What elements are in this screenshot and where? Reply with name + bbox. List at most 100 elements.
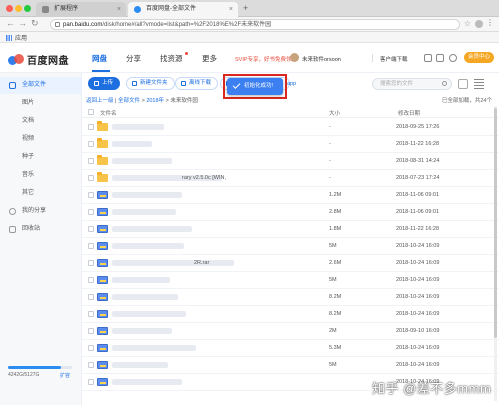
header-modified[interactable]: 修改日期 bbox=[398, 109, 420, 117]
table-row[interactable]: 5M 2018-10-24 16:09 bbox=[82, 238, 499, 255]
avatar[interactable] bbox=[290, 53, 299, 62]
tab-extensions[interactable]: 扩展程序 × bbox=[36, 2, 126, 17]
table-row[interactable]: 8.2M 2018-10-24 16:09 bbox=[82, 289, 499, 306]
back-arrow-icon[interactable]: ← bbox=[6, 18, 15, 28]
sidebar-item-torrents[interactable]: 种子 bbox=[0, 149, 82, 166]
file-name-redacted[interactable] bbox=[112, 192, 182, 198]
sidebar-item-other[interactable]: 其它 bbox=[0, 185, 82, 202]
nav-more[interactable]: 更多 bbox=[202, 53, 217, 64]
file-name-redacted[interactable] bbox=[112, 345, 196, 351]
table-row[interactable]: 2M 2018-09-10 16:09 bbox=[82, 323, 499, 340]
file-name-redacted[interactable] bbox=[112, 277, 170, 283]
table-row[interactable]: 2R.rar 2.6M 2018-10-24 16:09 bbox=[82, 255, 499, 272]
table-row[interactable]: - 2018-09-25 17:26 bbox=[82, 119, 499, 136]
file-name[interactable]: 2R.rar bbox=[194, 260, 209, 266]
file-name-redacted[interactable] bbox=[112, 124, 164, 130]
row-checkbox[interactable] bbox=[88, 328, 94, 334]
file-name-redacted[interactable] bbox=[112, 226, 192, 232]
more-menu-icon[interactable]: ⋮ bbox=[486, 18, 494, 27]
svip-promo-link[interactable]: SVIP专享，好书免费领 bbox=[235, 55, 292, 63]
table-row[interactable]: 8.2M 2018-10-24 16:09 bbox=[82, 306, 499, 323]
row-checkbox[interactable] bbox=[88, 209, 94, 215]
upload-button[interactable]: 上传 bbox=[88, 77, 121, 90]
file-name-redacted[interactable] bbox=[112, 260, 234, 266]
maximize-window-button[interactable] bbox=[24, 5, 31, 12]
nav-find-resources[interactable]: 找资源 bbox=[160, 53, 183, 64]
profile-avatar[interactable] bbox=[475, 20, 483, 28]
row-checkbox[interactable] bbox=[88, 175, 94, 181]
close-icon[interactable]: × bbox=[229, 2, 233, 17]
breadcrumb-2018[interactable]: 2018年 bbox=[146, 98, 164, 104]
header-size[interactable]: 大小 bbox=[329, 109, 340, 117]
file-name-redacted[interactable] bbox=[112, 209, 176, 215]
table-row[interactable]: - 2018-08-31 14:24 bbox=[82, 153, 499, 170]
mail-icon[interactable] bbox=[424, 54, 432, 62]
tab-baidu-pan[interactable]: 百度网盘-全部文件 × bbox=[128, 2, 238, 17]
sidebar-item-my-shares[interactable]: 我的分享 bbox=[0, 203, 82, 220]
client-download-link[interactable]: 客户端下载 bbox=[380, 55, 408, 63]
select-all-checkbox[interactable] bbox=[88, 109, 94, 115]
close-window-button[interactable] bbox=[6, 5, 13, 12]
breadcrumb-back[interactable]: 返回上一级 bbox=[86, 98, 114, 104]
sidebar-item-videos[interactable]: 视频 bbox=[0, 131, 82, 148]
row-checkbox[interactable] bbox=[88, 277, 94, 283]
row-checkbox[interactable] bbox=[88, 192, 94, 198]
table-row[interactable]: - 2018-11-22 16:28 bbox=[82, 136, 499, 153]
sidebar-item-music[interactable]: 音乐 bbox=[0, 167, 82, 184]
file-name-redacted[interactable] bbox=[112, 379, 182, 385]
minimize-window-button[interactable] bbox=[15, 5, 22, 12]
search-icon[interactable] bbox=[442, 81, 447, 86]
search-input[interactable]: 搜索您的文件 bbox=[372, 78, 452, 90]
new-folder-button[interactable]: 新建文件夹 bbox=[126, 77, 175, 90]
table-row[interactable]: 5M 2018-10-24 16:09 bbox=[82, 272, 499, 289]
row-checkbox[interactable] bbox=[88, 141, 94, 147]
url-input[interactable]: pan.baidu.com/disk/home#/all?vmode=list&… bbox=[50, 19, 460, 30]
breadcrumb-all-files[interactable]: 全部文件 bbox=[118, 98, 140, 104]
sidebar-item-all-files[interactable]: 全部文件 bbox=[0, 77, 82, 94]
file-name-redacted[interactable] bbox=[112, 243, 184, 249]
row-checkbox[interactable] bbox=[88, 124, 94, 130]
table-row[interactable]: 2.8M 2018-11-06 09:01 bbox=[82, 204, 499, 221]
row-checkbox[interactable] bbox=[88, 311, 94, 317]
row-checkbox[interactable] bbox=[88, 379, 94, 385]
shirt-icon[interactable] bbox=[436, 54, 444, 62]
scrollbar-thumb[interactable] bbox=[494, 108, 497, 338]
close-icon[interactable]: × bbox=[117, 2, 121, 17]
user-name[interactable]: 未来软件orsoon bbox=[302, 55, 341, 63]
file-name-redacted[interactable] bbox=[112, 294, 178, 300]
row-checkbox[interactable] bbox=[88, 260, 94, 266]
bookmark-apps[interactable]: 应用 bbox=[6, 33, 27, 42]
sidebar-item-recycle-bin[interactable]: 回收站 bbox=[0, 221, 82, 238]
file-name-redacted[interactable] bbox=[112, 311, 186, 317]
nav-netdisk[interactable]: 网盘 bbox=[92, 53, 107, 64]
file-name-redacted[interactable] bbox=[112, 328, 172, 334]
row-checkbox[interactable] bbox=[88, 243, 94, 249]
table-row[interactable]: rary v2.5.0c [WIN, - 2018-07-23 17:24 bbox=[82, 170, 499, 187]
row-checkbox[interactable] bbox=[88, 158, 94, 164]
file-name-redacted[interactable] bbox=[112, 158, 172, 164]
table-row[interactable]: 5M 2018-10-24 16:09 bbox=[82, 357, 499, 374]
vip-center-button[interactable]: 会员中心 bbox=[464, 52, 494, 63]
baidu-pan-logo[interactable]: 百度网盘 bbox=[8, 52, 69, 67]
list-view-icon[interactable] bbox=[474, 79, 484, 89]
row-checkbox[interactable] bbox=[88, 362, 94, 368]
nav-share[interactable]: 分享 bbox=[126, 53, 141, 64]
notification-icon[interactable] bbox=[449, 54, 457, 62]
sidebar-item-documents[interactable]: 文档 bbox=[0, 113, 82, 130]
file-name-redacted[interactable] bbox=[112, 141, 152, 147]
reload-icon[interactable]: ↻ bbox=[31, 18, 39, 29]
header-filename[interactable]: 文件名 bbox=[100, 109, 117, 117]
new-tab-button[interactable]: + bbox=[243, 3, 248, 13]
table-row[interactable]: 5.3M 2018-10-24 16:09 bbox=[82, 340, 499, 357]
expand-storage-link[interactable]: 扩容 bbox=[60, 372, 70, 379]
row-checkbox[interactable] bbox=[88, 226, 94, 232]
row-checkbox[interactable] bbox=[88, 345, 94, 351]
table-row[interactable]: 1.8M 2018-11-22 16:28 bbox=[82, 221, 499, 238]
sort-icon[interactable] bbox=[458, 79, 468, 89]
file-name-redacted[interactable] bbox=[112, 362, 168, 368]
sidebar-item-images[interactable]: 图片 bbox=[0, 95, 82, 112]
offline-download-button[interactable]: 离线下载 bbox=[175, 77, 219, 90]
file-name[interactable]: rary v2.5.0c [WIN, bbox=[182, 175, 226, 181]
forward-arrow-icon[interactable]: → bbox=[18, 18, 27, 28]
table-row[interactable]: 1.2M 2018-11-06 09:01 bbox=[82, 187, 499, 204]
